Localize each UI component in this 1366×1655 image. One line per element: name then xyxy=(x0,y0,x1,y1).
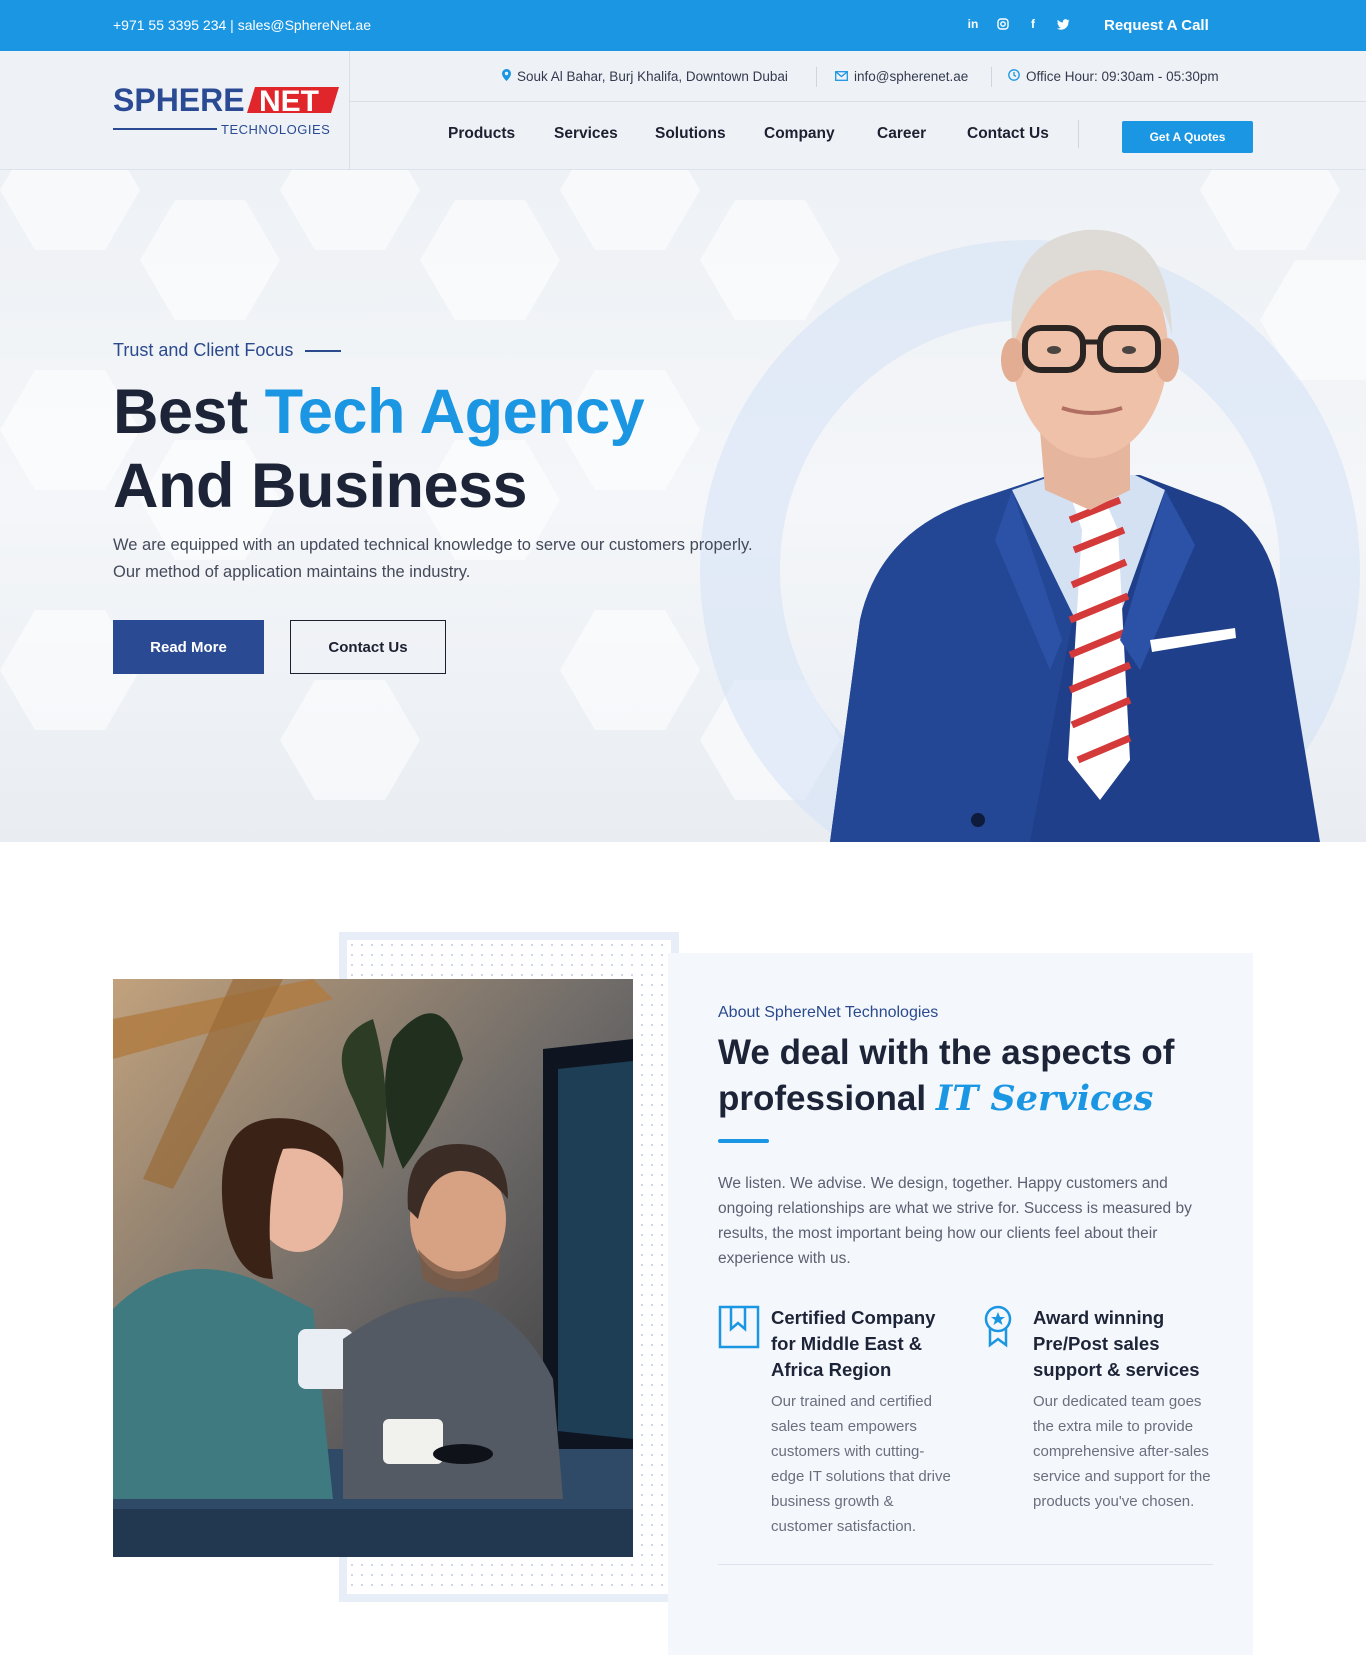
hero-eyebrow-text: Trust and Client Focus xyxy=(113,340,294,360)
nav-contact-us[interactable]: Contact Us xyxy=(967,125,1049,143)
about-title-line2: professional xyxy=(718,1079,936,1118)
hero-title-part2: And Business xyxy=(113,451,528,521)
about-title: We deal with the aspects of professional… xyxy=(718,1030,1238,1122)
about-title-line1: We deal with the aspects of xyxy=(718,1033,1175,1072)
hero-section: Trust and Client Focus Best Tech Agency … xyxy=(0,170,1366,842)
social-links: in f xyxy=(966,17,1070,31)
title-underline xyxy=(718,1139,769,1143)
feature-award-title: Award winning Pre/Post sales support & s… xyxy=(1033,1307,1200,1380)
about-title-script: IT Services xyxy=(935,1078,1154,1119)
address-text: Souk Al Bahar, Burj Khalifa, Downtown Du… xyxy=(517,69,788,84)
twitter-icon[interactable] xyxy=(1056,17,1070,31)
nav-company[interactable]: Company xyxy=(764,125,835,143)
email-info[interactable]: info@spherenet.ae xyxy=(835,69,968,84)
nav-services[interactable]: Services xyxy=(554,125,618,143)
feature-award-text: Our dedicated team goes the extra mile t… xyxy=(1033,1393,1211,1510)
site-header: SPHERE NET TECHNOLOGIES Souk Al Bahar, B… xyxy=(0,51,1366,170)
logo-tagline: TECHNOLOGIES xyxy=(221,122,330,137)
award-icon xyxy=(980,1305,1022,1349)
hero-description: We are equipped with an updated technica… xyxy=(113,536,753,581)
hours-text: Office Hour: 09:30am - 05:30pm xyxy=(1026,69,1219,84)
top-bar: +971 55 3395 234 | sales@SphereNet.ae in… xyxy=(0,0,1366,51)
envelope-icon xyxy=(835,70,848,84)
linkedin-icon[interactable]: in xyxy=(966,17,980,31)
facebook-icon[interactable]: f xyxy=(1026,17,1040,31)
logo-net: NET xyxy=(259,85,319,118)
hero-title-accent: Tech Agency xyxy=(264,377,645,447)
businessman-photo xyxy=(830,229,1320,842)
hours-info: Office Hour: 09:30am - 05:30pm xyxy=(1008,69,1219,84)
divider xyxy=(718,1564,1213,1565)
hero-eyebrow: Trust and Client Focus xyxy=(113,340,342,361)
address-info: Souk Al Bahar, Burj Khalifa, Downtown Du… xyxy=(502,69,788,84)
instagram-icon[interactable] xyxy=(996,17,1010,31)
get-quotes-button[interactable]: Get A Quotes xyxy=(1122,121,1253,153)
map-pin-icon xyxy=(502,69,511,84)
info-bar: Souk Al Bahar, Burj Khalifa, Downtown Du… xyxy=(350,51,1366,102)
clock-icon xyxy=(1008,69,1020,84)
email-text: info@spherenet.ae xyxy=(854,69,969,84)
nav-career[interactable]: Career xyxy=(877,125,926,143)
about-eyebrow: About SphereNet Technologies xyxy=(718,1004,939,1021)
hero-title-part1: Best xyxy=(113,377,265,447)
about-description: We listen. We advise. We design, togethe… xyxy=(718,1175,1192,1267)
bookmark-icon xyxy=(718,1305,760,1349)
contact-us-button[interactable]: Contact Us xyxy=(290,620,446,674)
nav-products[interactable]: Products xyxy=(448,125,515,143)
logo-sphere: SPHERE xyxy=(113,85,245,118)
hero-title: Best Tech Agency And Business xyxy=(113,375,645,523)
request-call-link[interactable]: Request A Call xyxy=(1104,17,1209,34)
team-photo xyxy=(113,979,633,1557)
topbar-contact[interactable]: +971 55 3395 234 | sales@SphereNet.ae xyxy=(113,17,371,33)
read-more-button[interactable]: Read More xyxy=(113,620,264,674)
feature-certified-title: Certified Company for Middle East & Afri… xyxy=(771,1307,936,1380)
feature-certified-text: Our trained and certified sales team emp… xyxy=(771,1393,951,1535)
nav-solutions[interactable]: Solutions xyxy=(655,125,726,143)
logo[interactable]: SPHERE NET TECHNOLOGIES xyxy=(113,82,339,141)
